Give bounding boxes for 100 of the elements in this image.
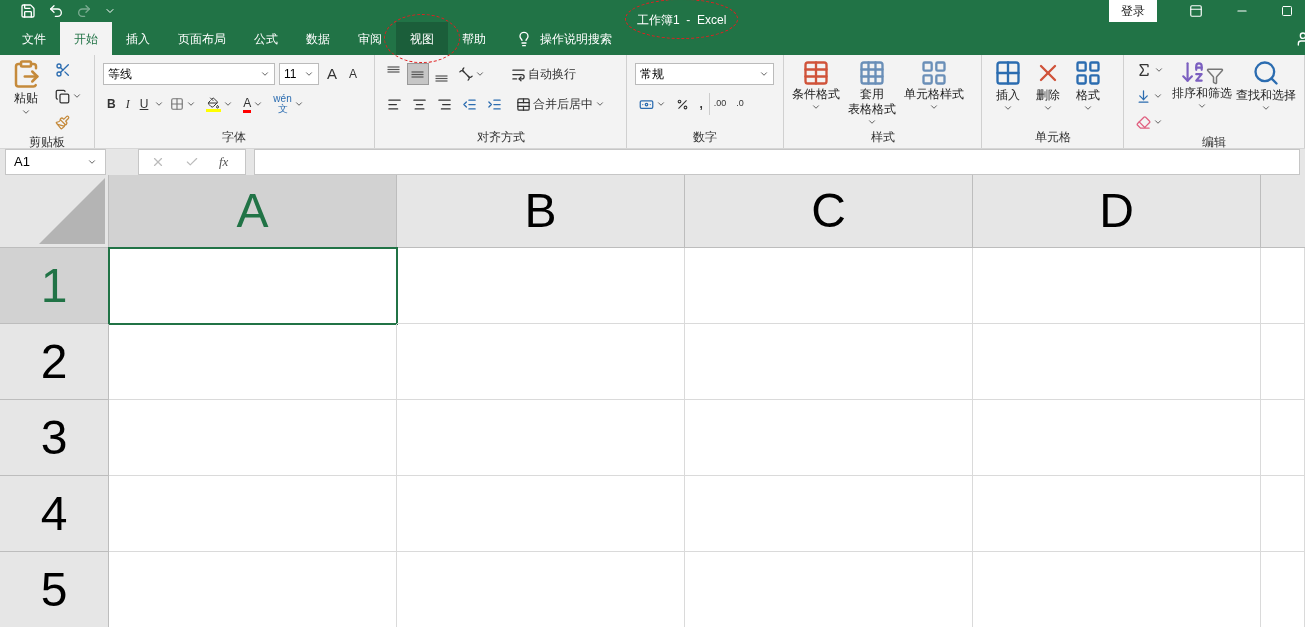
caret-icon <box>154 99 165 109</box>
shrink-font-button[interactable]: A <box>345 63 362 85</box>
undo-icon[interactable] <box>48 3 64 19</box>
style-button[interactable]: 条件格式 <box>792 59 841 112</box>
ribbon-tab[interactable]: 视图 <box>396 22 448 55</box>
cell[interactable] <box>1261 324 1305 400</box>
login-button[interactable]: 登录 <box>1109 0 1157 22</box>
style-button[interactable]: 单元格样式 <box>904 59 965 112</box>
font-color-button[interactable]: A <box>239 93 268 115</box>
ribbon-tab[interactable]: 开始 <box>60 22 112 55</box>
cell[interactable] <box>1261 248 1305 324</box>
align-right-icon <box>436 96 452 112</box>
increase-decimal-button[interactable]: .00 <box>708 93 731 115</box>
table-icon <box>858 59 887 87</box>
caret-icon <box>929 102 940 112</box>
ribbon-tab[interactable]: 文件 <box>8 22 60 55</box>
column-header[interactable]: A <box>109 175 397 248</box>
caret-icon <box>811 102 822 112</box>
caret-icon <box>1083 103 1094 113</box>
cell[interactable] <box>973 248 1261 324</box>
phonetic-button[interactable]: wén 文 <box>269 93 308 115</box>
caret-icon <box>656 99 667 109</box>
cells-button[interactable]: 删除 <box>1034 59 1063 113</box>
insert-function-button[interactable]: fx <box>219 152 229 172</box>
caret-icon <box>72 91 82 101</box>
ribbon-tab[interactable]: 数据 <box>292 22 344 55</box>
editing-button[interactable]: 查找和选择 <box>1236 59 1296 113</box>
caret-icon <box>87 157 97 167</box>
maximize-icon[interactable] <box>1281 5 1293 17</box>
ribbon-tab[interactable]: 插入 <box>112 22 164 55</box>
save-icon[interactable] <box>20 3 36 19</box>
lightbulb-icon <box>516 30 532 47</box>
ribbon-display-icon[interactable] <box>1189 4 1203 18</box>
ribbon-tab[interactable]: 帮助 <box>448 22 500 55</box>
row-header[interactable]: 5 <box>0 552 109 627</box>
underline-button[interactable]: U <box>135 93 153 115</box>
cells-button[interactable]: 插入 <box>994 59 1023 113</box>
cell[interactable] <box>397 400 685 476</box>
column-header[interactable]: C <box>685 175 973 248</box>
row-header[interactable]: 1 <box>0 248 109 324</box>
cell[interactable] <box>973 400 1261 476</box>
merge-center-button[interactable]: 合并后居中 <box>511 93 609 115</box>
number-format-dropdown[interactable]: 常规 <box>635 63 775 85</box>
cell[interactable] <box>109 476 397 552</box>
caret-icon <box>1261 103 1271 113</box>
wrap-text-button[interactable]: 自动换行 <box>506 63 580 85</box>
indent-icon <box>461 96 477 112</box>
ribbon-tab[interactable]: 审阅 <box>344 22 396 55</box>
cell[interactable] <box>109 400 397 476</box>
paste-button[interactable]: 粘贴 <box>8 59 43 133</box>
ribbon-tab[interactable]: 公式 <box>240 22 292 55</box>
cell[interactable] <box>685 400 973 476</box>
font-name-dropdown[interactable]: 等线 <box>103 63 275 85</box>
row-header[interactable]: 2 <box>0 324 109 400</box>
cell[interactable] <box>397 248 685 324</box>
align-icon <box>411 70 425 78</box>
insert-cells-icon <box>994 59 1023 87</box>
align-icon <box>387 66 401 73</box>
italic-button[interactable]: I <box>121 93 134 115</box>
vertical-align-button[interactable] <box>406 63 429 85</box>
group-label: 编辑 <box>1201 134 1227 151</box>
caret-icon <box>223 99 234 109</box>
cell[interactable] <box>685 476 973 552</box>
comma-button[interactable]: , <box>695 93 707 115</box>
tell-me-search[interactable]: 操作说明搜索 <box>500 22 628 55</box>
cell[interactable] <box>397 324 685 400</box>
column-header[interactable] <box>1261 175 1305 248</box>
caret-icon <box>1003 103 1014 113</box>
cells-button[interactable]: 格式 <box>1074 59 1103 113</box>
align-icon <box>435 75 449 82</box>
cell[interactable] <box>109 248 397 324</box>
caret-icon <box>1197 101 1207 111</box>
caret-icon <box>474 69 485 79</box>
select-all-corner[interactable] <box>0 175 109 248</box>
column-header[interactable]: D <box>973 175 1261 248</box>
row-header[interactable]: 3 <box>0 400 109 476</box>
cut-icon <box>55 62 71 78</box>
enter-icon[interactable] <box>185 155 199 169</box>
bold-button[interactable]: B <box>103 93 120 115</box>
style-button[interactable]: 套用 表格格式 <box>848 59 897 127</box>
cell[interactable] <box>685 248 973 324</box>
cell[interactable] <box>973 476 1261 552</box>
cell[interactable] <box>1261 400 1305 476</box>
cell[interactable] <box>397 476 685 552</box>
cell[interactable] <box>685 324 973 400</box>
font-size-dropdown[interactable]: 11 <box>279 63 319 85</box>
column-header[interactable]: B <box>397 175 685 248</box>
editing-button[interactable]: 排序和筛选 <box>1172 59 1232 111</box>
grow-font-button[interactable]: A <box>323 63 341 85</box>
decrease-decimal-button[interactable]: .0 <box>732 93 748 115</box>
group-label: 单元格 <box>1033 129 1072 146</box>
row-header[interactable]: 4 <box>0 476 109 552</box>
ribbon-tab[interactable]: 页面布局 <box>164 22 240 55</box>
cell[interactable] <box>1261 476 1305 552</box>
cell[interactable] <box>973 324 1261 400</box>
border-icon <box>170 97 185 111</box>
name-box[interactable]: A1 <box>5 149 106 175</box>
cell[interactable] <box>109 324 397 400</box>
formula-input[interactable] <box>254 149 1300 175</box>
cancel-icon[interactable] <box>151 155 165 169</box>
